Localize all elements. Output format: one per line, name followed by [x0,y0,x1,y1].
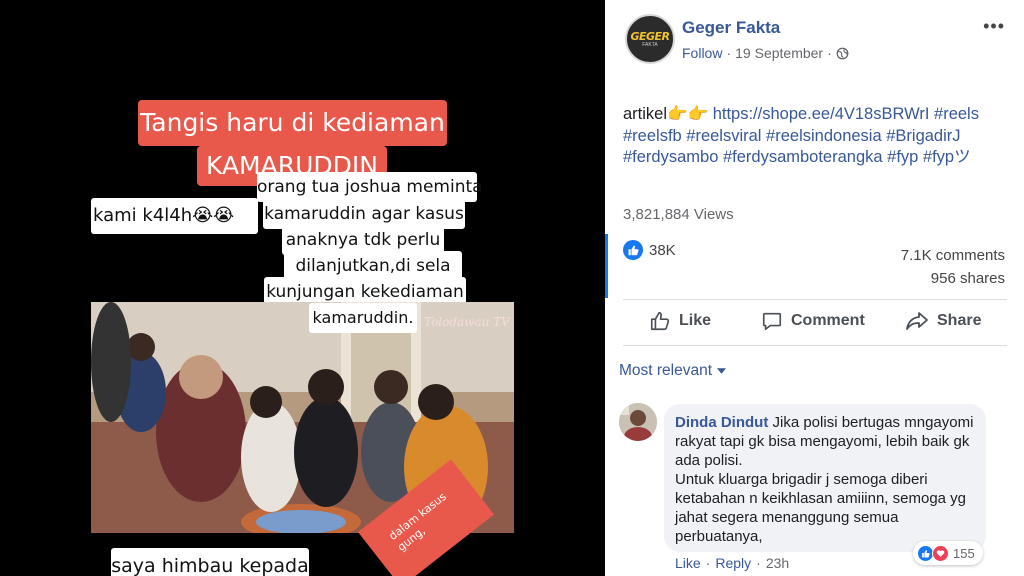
caption-line: kamaruddin. [309,303,417,333]
post-link[interactable]: https://shope.ee/4V18sBRWrI [713,105,930,123]
commenter-avatar[interactable] [619,403,657,441]
divider [623,299,1007,300]
caption-title-line1: Tangis haru di kediaman [140,108,445,137]
comment-bubble: Dinda Dindut Jika polisi bertugas mngayo… [664,404,986,552]
comment-icon [761,310,783,332]
comment-reactions[interactable]: 155 [913,541,983,565]
meta-separator: · [726,45,732,61]
caret-down-icon [717,368,727,374]
action-separator: · [705,555,711,571]
share-icon [905,310,929,332]
post-meta: Follow · 19 September · [682,45,849,61]
comment-reactions-count: 155 [953,545,975,561]
comment-reply-link[interactable]: Reply [715,555,751,571]
sort-label: Most relevant [619,362,713,379]
caption-line-text: anaknya tdk perlu [285,230,441,250]
caption-bottom: saya himbau kepada [111,548,309,576]
avatar-logo: GEGER [630,29,670,43]
comment-text-continued: Untuk kluarga brigadir j semoga diberi k… [675,471,967,545]
caption-bottom-text: saya himbau kepada [111,555,309,576]
comment-sort-dropdown[interactable]: Most relevant [619,362,727,380]
like-button[interactable]: Like [649,310,711,332]
page-avatar[interactable]: GEGER FAKTA [625,14,675,64]
views-count: 3,821,884 Views [623,206,734,223]
likes-count: 38K [649,241,676,259]
comment-like-link[interactable]: Like [675,555,701,571]
focus-indicator [605,234,608,298]
share-button-label: Share [937,312,982,329]
comments-count[interactable]: 7.1K comments [901,244,1005,267]
reactions-summary[interactable]: 38K [623,240,676,260]
action-separator: · [756,555,761,571]
comment-actions: Like · Reply · 23h [675,555,789,571]
caption-line: orang tua joshua meminta [257,172,483,202]
thumbs-up-icon [649,310,671,332]
like-button-label: Like [679,312,712,329]
caption-line-text: kunjungan kekediaman [266,282,464,302]
divider [623,345,1007,346]
comment-time[interactable]: 23h [766,555,789,571]
video-player[interactable]: Tangis haru di kediaman KAMARUDDIN kami … [0,0,605,576]
shares-count[interactable]: 956 shares [901,267,1005,290]
follow-link[interactable]: Follow [682,45,722,61]
avatar-sub: FAKTA [642,41,658,48]
globe-icon [836,47,849,60]
like-reaction-icon [623,240,643,260]
caption-left-text: kami k4l4h😭😭 [93,205,235,226]
engagement-counts: 7.1K comments 956 shares [901,244,1005,290]
post-text: artikel👉👉 https://shope.ee/4V18sBRWrI #r… [623,104,1008,169]
watermark: Tolodawau TV [424,315,510,329]
caption-left: kami k4l4h😭😭 [91,198,258,234]
post-text-prefix: artikel👉👉 [623,105,713,123]
comment-author[interactable]: Dinda Dindut [675,414,768,431]
share-button[interactable]: Share [905,310,981,332]
caption-line-text: orang tua joshua meminta [257,177,483,197]
more-options-icon[interactable]: ••• [983,16,1005,37]
caption-line-text: kamaruddin agar kasus [264,204,464,224]
caption-line-text: dilanjutkan,di sela [295,256,451,276]
page-name[interactable]: Geger Fakta [682,18,780,38]
post-panel: GEGER FAKTA Geger Fakta Follow · 19 Sept… [605,0,1024,576]
caption-line-text: kamaruddin. [312,308,414,327]
comment-button-label: Comment [791,312,865,329]
comment-button[interactable]: Comment [761,310,865,332]
post-date[interactable]: 19 September [735,45,823,61]
love-reaction-icon [932,544,949,562]
caption-title: Tangis haru di kediaman [138,100,447,146]
meta-separator: · [827,45,832,61]
